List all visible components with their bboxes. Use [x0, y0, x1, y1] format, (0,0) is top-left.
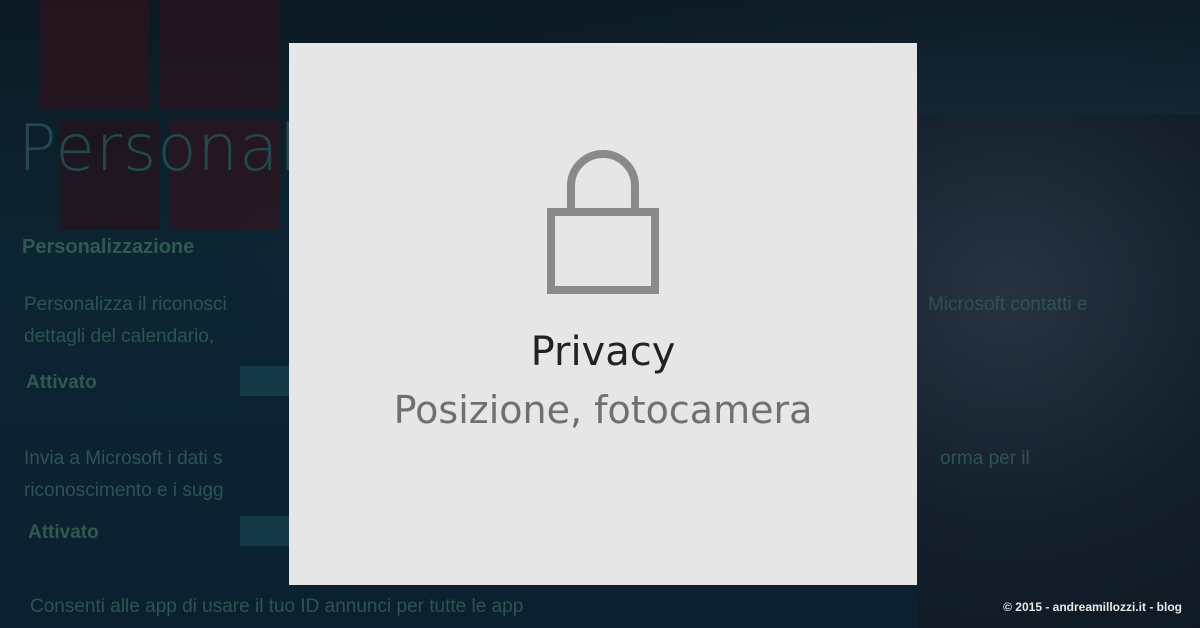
background-text-line: orma per il: [940, 448, 1030, 469]
background-toggle-label: Attivato: [26, 372, 97, 393]
background-text-line: riconoscimento e i sugg: [24, 480, 224, 501]
tile-subtitle: Posizione, fotocamera: [393, 388, 813, 432]
background-tile: [40, 0, 150, 110]
background-text-line: dettagli del calendario,: [24, 326, 215, 347]
background-text-line: Consenti alle app di usare il tuo ID ann…: [30, 596, 524, 617]
privacy-settings-tile[interactable]: Privacy Posizione, fotocamera: [289, 43, 917, 585]
background-toggle-label: Attivato: [28, 522, 99, 543]
copyright-watermark: © 2015 - andreamillozzi.it - blog: [1003, 600, 1182, 614]
background-text-line: Personalizza il riconosci: [24, 294, 227, 315]
background-section-heading: Personalizzazione: [22, 236, 195, 258]
tile-title: Privacy: [530, 329, 676, 375]
background-text-line: Invia a Microsoft i dati s: [24, 448, 223, 469]
background-tile: [160, 0, 280, 110]
background-photo: [918, 115, 1200, 628]
background-text-line: Microsoft contatti e: [928, 294, 1088, 315]
lock-icon: [547, 150, 659, 294]
